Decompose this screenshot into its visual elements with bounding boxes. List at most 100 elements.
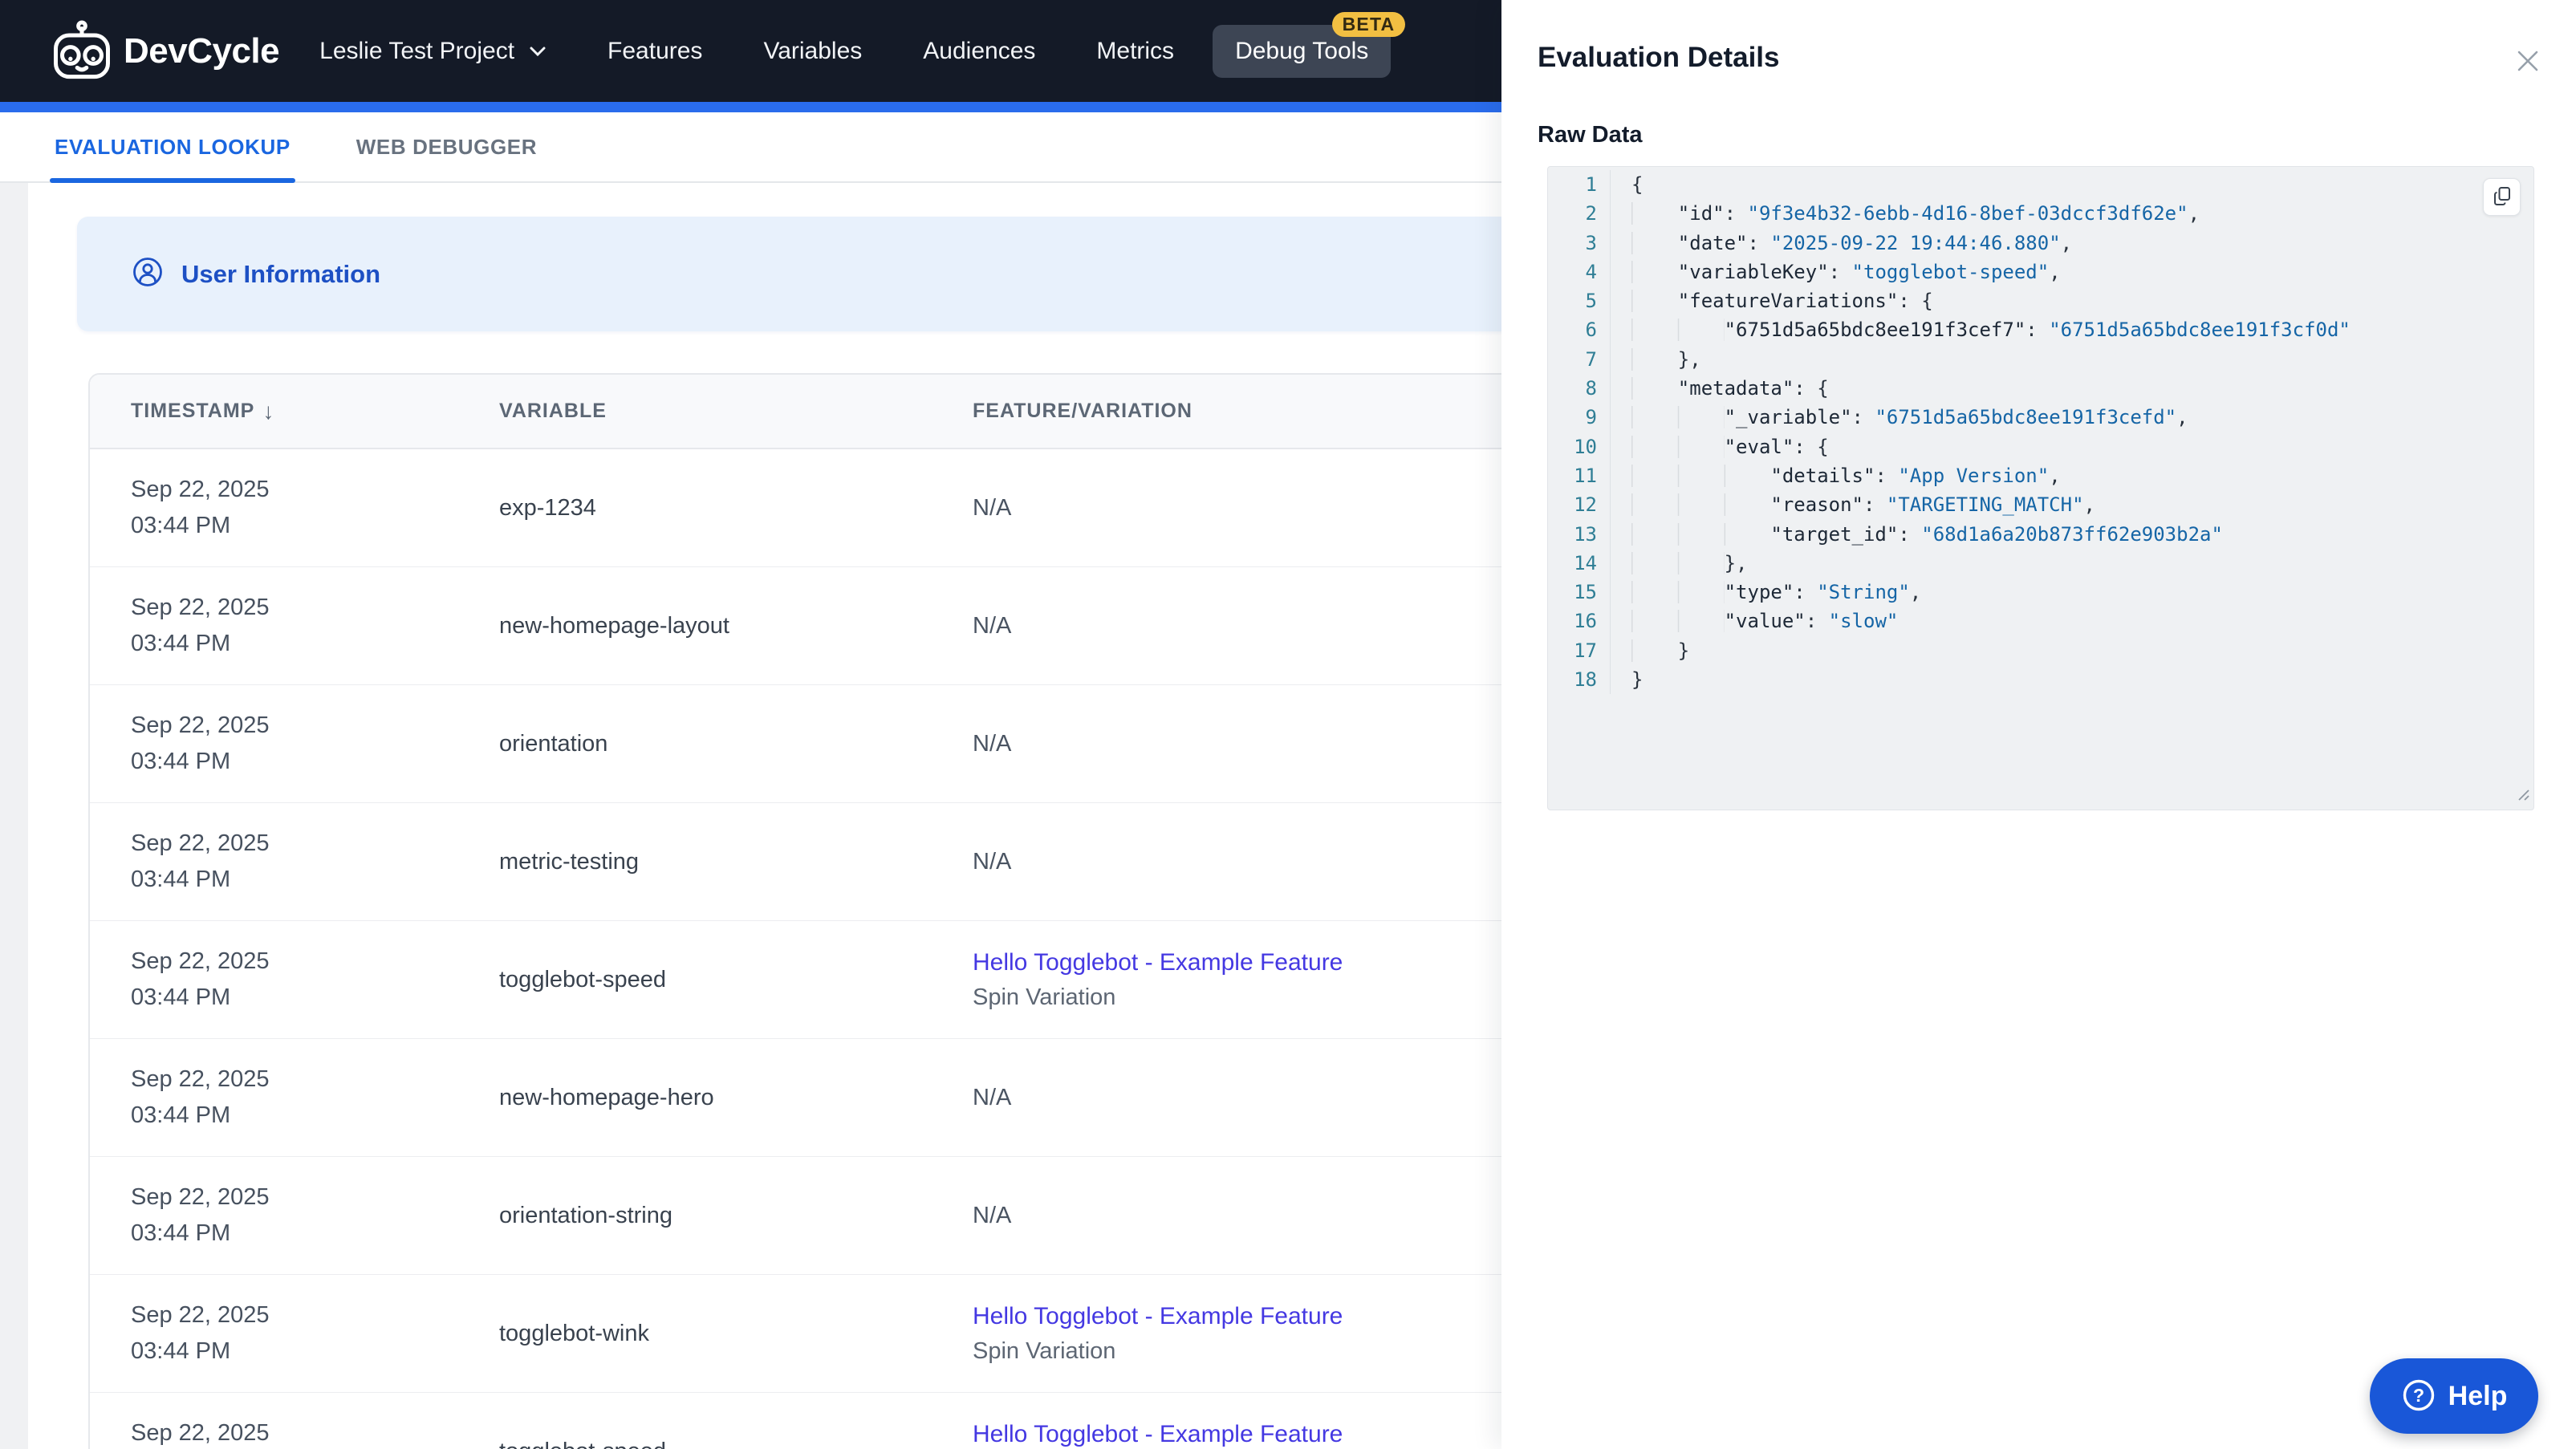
code-lines: 1{2 "id": "9f3e4b32-6ebb-4d16-8bef-03dcc… (1548, 167, 2533, 695)
code-line: 16 "value": "slow" (1548, 607, 2533, 636)
variable-cell: togglebot-speed (499, 966, 666, 992)
timestamp-cell: Sep 22, 2025 03:44 PM (131, 1066, 499, 1129)
line-number: 11 (1548, 461, 1611, 491)
table-row[interactable]: Sep 22, 2025 03:44 PM new-homepage-layout N… (90, 567, 1563, 685)
raw-data-code-block[interactable]: 1{2 "id": "9f3e4b32-6ebb-4d16-8bef-03dcc… (1547, 166, 2534, 810)
panel-title: Evaluation Details (1538, 42, 1780, 73)
table-row[interactable]: Sep 22, 2025 03:44 PM orientation N/A (90, 685, 1563, 803)
nav-item-audiences[interactable]: Audiences (923, 38, 1035, 65)
table-row[interactable]: Sep 22, 2025 03:44 PM orientation-string N/… (90, 1157, 1563, 1275)
timestamp-cell: Sep 22, 2025 03:44 PM (131, 1184, 499, 1247)
timestamp-date: Sep 22, 2025 (131, 948, 270, 974)
feature-na: N/A (973, 730, 1012, 757)
timestamp-cell: Sep 22, 202503:44 PM (131, 595, 499, 657)
feature-na: N/A (973, 1202, 1012, 1228)
timestamp-cell: Sep 22, 2025 03:44 PM (131, 712, 499, 775)
code-line: 7 }, (1548, 344, 2533, 375)
timestamp-time: 03:44 PM (131, 1102, 231, 1128)
close-icon[interactable] (2509, 42, 2547, 80)
code-line: 15 "type": "String", (1548, 578, 2533, 607)
page-left-gutter (0, 183, 28, 1449)
feature-na: N/A (973, 1084, 1012, 1110)
table-row[interactable]: Sep 22, 2025 03:44 PM new-homepage-hero N/A (90, 1039, 1563, 1157)
line-number: 9 (1548, 403, 1611, 432)
variable-cell: togglebot-wink (499, 1320, 649, 1346)
table-row[interactable]: Sep 22, 202503:44 PMtogglebot-speedHello… (90, 1393, 1563, 1449)
timestamp-time: 03:44 PM (131, 1220, 231, 1246)
nav-item-variables[interactable]: Variables (763, 38, 862, 65)
devcycle-logo[interactable]: DevCycle (50, 19, 280, 83)
variable-cell: metric-testing (499, 848, 640, 875)
variable-cell: orientation (499, 730, 608, 757)
chevron-down-icon (527, 38, 548, 65)
code-line: 1{ (1548, 170, 2533, 200)
feature-link[interactable]: Hello Togglebot - Example Feature (973, 1303, 1563, 1330)
sort-desc-icon[interactable]: ↓ (262, 399, 274, 424)
copy-icon (2492, 185, 2513, 209)
help-button[interactable]: ? Help (2370, 1358, 2538, 1434)
nav-item-features[interactable]: Features (607, 38, 702, 65)
timestamp-time: 03:44 PM (131, 984, 231, 1010)
nav-item-debug-tools[interactable]: Debug Tools BETA (1213, 11, 1406, 78)
table-row[interactable]: Sep 22, 2025 03:44 PM togglebot-speed Hello… (90, 921, 1563, 1039)
code-line: 3 "date": "2025-09-22 19:44:46.880", (1548, 228, 2533, 258)
code-line: 13 "target_id": "68d1a6a20b873ff62e903b2… (1548, 519, 2533, 549)
variation-label: Spin Variation (973, 984, 1116, 1010)
code-line: 6 "6751d5a65bdc8ee191f3cef7": "6751d5a65… (1548, 315, 2533, 345)
column-header-variable[interactable]: VARIABLE (499, 400, 973, 423)
beta-badge: BETA (1331, 11, 1406, 37)
timestamp-date: Sep 22, 2025 (131, 1066, 270, 1092)
table-row[interactable]: Sep 22, 2025 03:44 PM metric-testing N/A (90, 803, 1563, 921)
column-header-timestamp[interactable]: TIMESTAMP ↓ (131, 399, 499, 424)
timestamp-date: Sep 22, 2025 (131, 477, 270, 502)
timestamp-cell: Sep 22, 2025 03:44 PM (131, 830, 499, 893)
timestamp-date: Sep 22, 2025 (131, 712, 270, 738)
timestamp-time: 03:44 PM (131, 749, 231, 774)
user-information-banner[interactable]: User Information (77, 217, 1565, 331)
line-number: 3 (1548, 228, 1611, 258)
variable-cell: togglebot-speed (499, 1439, 973, 1449)
tab-evaluation-lookup[interactable]: EVALUATION LOOKUP (50, 112, 295, 183)
user-circle-icon (132, 256, 164, 292)
timestamp-date: Sep 22, 2025 (131, 1420, 270, 1446)
project-selector-label: Leslie Test Project (319, 37, 515, 64)
feature-link[interactable]: Hello Togglebot - Example Feature (973, 1421, 1563, 1448)
tab-web-debugger[interactable]: WEB DEBUGGER (356, 112, 537, 181)
table-row[interactable]: Sep 22, 2025 03:44 PM exp-1234 N/A (90, 449, 1563, 567)
code-line: 9 "_variable": "6751d5a65bdc8ee191f3cefd… (1548, 403, 2533, 432)
feature-link[interactable]: Hello Togglebot - Example Feature (973, 949, 1563, 976)
timestamp-date: Sep 22, 2025 (131, 1302, 270, 1328)
project-selector[interactable]: Leslie Test Project (319, 38, 548, 65)
code-line: 11 "details": "App Version", (1548, 461, 2533, 491)
variable-cell: new-homepage-layout (499, 612, 729, 639)
banner-title: User Information (181, 259, 381, 288)
timestamp-date: Sep 22, 2025 (131, 830, 270, 856)
line-number: 2 (1548, 199, 1611, 229)
line-number: 6 (1548, 315, 1611, 345)
variable-cell: new-homepage-hero (499, 1084, 714, 1110)
variation-label: Spin Variation (973, 1337, 1116, 1364)
column-header-feature-variation[interactable]: FEATURE/VARIATION (973, 400, 1563, 423)
timestamp-date: Sep 22, 2025 (131, 1184, 270, 1210)
evaluation-table: TIMESTAMP ↓ VARIABLE FEATURE/VARIATION Sep … (88, 373, 1565, 1449)
nav-item-metrics[interactable]: Metrics (1096, 38, 1174, 65)
copy-button[interactable] (2483, 178, 2521, 216)
variable-cell: exp-1234 (499, 494, 596, 521)
timestamp-cell: Sep 22, 202503:44 PM (131, 1420, 499, 1449)
line-number: 17 (1548, 635, 1611, 666)
timestamp-date: Sep 22, 2025 (131, 595, 270, 620)
timestamp-time: 03:44 PM (131, 867, 231, 892)
timestamp-time: 03:44 PM (131, 1338, 231, 1364)
brand-name: DevCycle (124, 30, 280, 71)
line-number: 16 (1548, 607, 1611, 636)
table-body: Sep 22, 2025 03:44 PM exp-1234 N/A Sep 22, 2… (90, 449, 1563, 1449)
line-number: 13 (1548, 519, 1611, 549)
nav-links: Features Variables Audiences Metrics (607, 38, 1174, 65)
table-row[interactable]: Sep 22, 2025 03:44 PM togglebot-wink Hello … (90, 1275, 1563, 1393)
variable-cell: orientation-string (499, 1202, 672, 1228)
resize-grip[interactable] (2513, 785, 2531, 807)
code-line: 8 "metadata": { (1548, 374, 2533, 404)
line-number: 5 (1548, 286, 1611, 316)
feature-na: N/A (973, 494, 1012, 521)
timestamp-time: 03:44 PM (131, 513, 231, 538)
